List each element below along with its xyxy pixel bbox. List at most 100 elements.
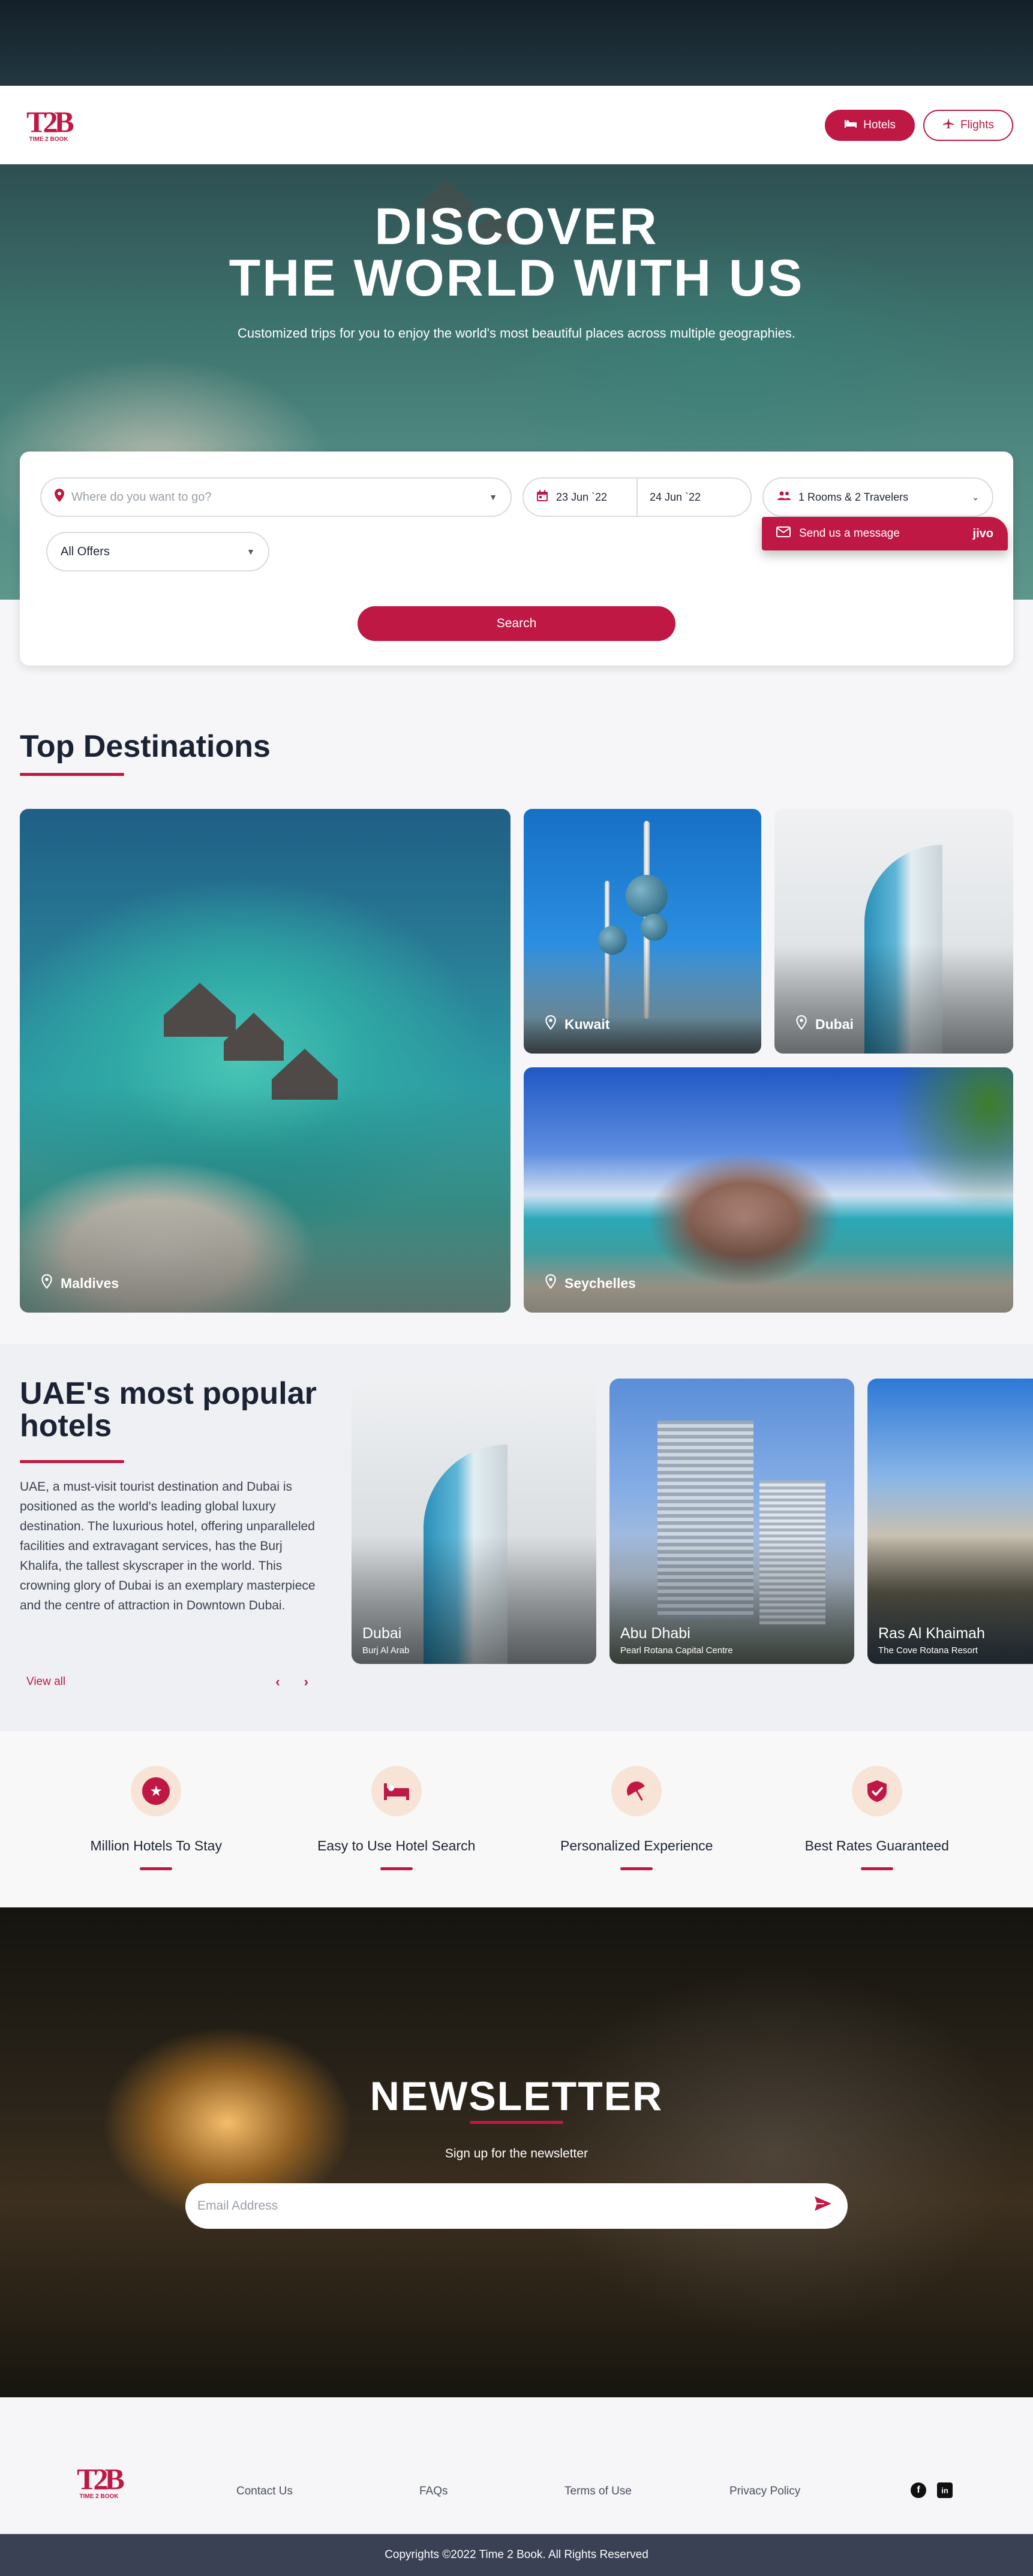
feature-label: Personalized Experience [560,1838,713,1853]
popular-description: UAE, a must-visit tourist destination an… [20,1480,316,1612]
top-destinations-title: Top Destinations [20,729,271,764]
destination-tile-maldives[interactable]: Maldives [20,809,511,1313]
email-placeholder: Email Address [197,2199,278,2213]
feature-item: ★ Million Hotels To Stay [57,1731,255,1907]
destination-caption: Dubai [796,1015,854,1033]
checkout-date[interactable]: 24 Jun `22 [636,479,750,516]
umbrella-icon [611,1766,662,1816]
title-underline [20,1460,124,1463]
destination-input[interactable]: Where do you want to go? ▼ [40,477,512,517]
feature-label: Million Hotels To Stay [90,1838,222,1853]
checkin-value: 23 Jun `22 [556,490,608,503]
hotels-nav-button[interactable]: Hotels [825,109,915,141]
hotel-name: Pearl Rotana Capital Centre [620,1645,733,1656]
feature-item: Personalized Experience [537,1731,735,1907]
hotel-city: Ras Al Khaimah [878,1625,985,1642]
flights-nav-button[interactable]: Flights [923,109,1013,141]
destination-name: Maldives [61,1275,119,1291]
hero-text: DISCOVER THE WORLD WITH US Customized tr… [0,201,1033,341]
title-underline [20,773,124,776]
newsletter-section: NEWSLETTER Sign up for the newsletter Em… [0,1907,1033,2397]
feature-label: Best Rates Guaranteed [804,1838,949,1853]
facebook-icon[interactable]: f [911,2482,926,2498]
destination-caption: Maldives [41,1274,119,1292]
location-pin-icon [796,1015,807,1033]
chat-widget-label: Send us a message [799,527,900,540]
jivo-logo: jivo [972,526,993,540]
hero-title-line1: DISCOVER [374,198,659,255]
bed-icon [844,119,857,132]
logo[interactable]: T2B TIME 2 BOOK [26,107,74,143]
destination-name: Dubai [815,1016,854,1032]
footer-link-faqs[interactable]: FAQs [419,2485,448,2498]
offers-value: All Offers [61,544,110,558]
calendar-icon [536,489,549,505]
checkin-date[interactable]: 23 Jun `22 [524,479,636,516]
chat-widget-button[interactable]: Send us a message jivo [762,517,1008,550]
hero-subtitle: Customized trips for you to enjoy the wo… [238,326,795,341]
hotel-city: Dubai [362,1625,402,1642]
feature-label: Easy to Use Hotel Search [317,1838,476,1853]
location-pin-icon [55,489,64,505]
footer-link-contact[interactable]: Contact Us [236,2485,293,2498]
shield-check-icon [851,1766,902,1816]
features-section: ★ Million Hotels To Stay Easy to Use Hot… [0,1731,1033,1907]
top-navbar: T2B TIME 2 BOOK Hotels Flights [0,86,1033,164]
destination-tile-seychelles[interactable]: Seychelles [524,1067,1013,1313]
send-icon[interactable] [814,2196,832,2216]
star-badge-icon: ★ [131,1766,182,1816]
popular-title: UAE's most popular hotels [20,1376,317,1443]
travelers-select[interactable]: 1 Rooms & 2 Travelers ⌄ [762,477,993,517]
date-range-picker[interactable]: 23 Jun `22 24 Jun `22 [522,477,752,517]
copyright-bar: Copyrights ©2022 Time 2 Book. All Rights… [0,2534,1033,2576]
bed-icon [371,1766,422,1816]
carousel-arrows: ‹ › [275,1674,308,1690]
search-button[interactable]: Search [358,606,675,641]
hotel-name: The Cove Rotana Resort [878,1645,978,1656]
plane-icon [942,118,954,133]
social-links: f in [911,2482,953,2498]
hotel-card[interactable]: Ras Al Khaimah The Cove Rotana Resort [867,1379,1033,1664]
destination-caption: Seychelles [545,1274,636,1292]
location-pin-icon [545,1015,556,1033]
destination-placeholder: Where do you want to go? [71,490,212,504]
popular-intro: UAE's most popular hotels UAE, a must-vi… [20,1377,326,1615]
title-underline [470,2121,563,2124]
footer-link-terms[interactable]: Terms of Use [564,2485,632,2498]
travelers-value: 1 Rooms & 2 Travelers [798,490,909,503]
checkout-value: 24 Jun `22 [650,490,701,503]
people-icon [777,491,791,504]
destination-tile-dubai[interactable]: Dubai [774,809,1013,1054]
newsletter-subtitle: Sign up for the newsletter [445,2147,588,2160]
chevron-down-icon: ⌄ [972,492,979,502]
hotel-name: Burj Al Arab [362,1645,410,1656]
hotel-city: Abu Dhabi [620,1625,690,1642]
location-pin-icon [545,1274,556,1292]
hotels-nav-label: Hotels [863,118,896,131]
chevron-down-icon: ▼ [247,547,255,556]
destination-name: Kuwait [564,1016,610,1032]
top-destinations-header: Top Destinations [20,729,271,776]
hotel-card[interactable]: Dubai Burj Al Arab [352,1379,596,1664]
logo-mark: T2B [77,2462,125,2496]
feature-item: Easy to Use Hotel Search [298,1731,496,1907]
feature-item: Best Rates Guaranteed [778,1731,976,1907]
chevron-right-icon[interactable]: › [304,1674,308,1690]
newsletter-email-input[interactable]: Email Address [185,2183,848,2229]
linkedin-icon[interactable]: in [937,2482,953,2498]
location-pin-icon [41,1274,52,1292]
chevron-down-icon: ▼ [489,492,497,502]
footer: T2B TIME 2 BOOK Contact Us FAQs Terms of… [0,2397,1033,2534]
footer-logo[interactable]: T2B TIME 2 BOOK [77,2462,125,2500]
destination-tile-kuwait[interactable]: Kuwait [524,809,761,1054]
footer-link-privacy[interactable]: Privacy Policy [729,2485,800,2498]
hero-title-line2: THE WORLD WITH US [229,249,804,307]
offers-select[interactable]: All Offers ▼ [46,532,269,571]
chevron-left-icon[interactable]: ‹ [275,1674,280,1690]
popular-hotels-section: UAE's most popular hotels UAE, a must-vi… [0,1344,1033,1731]
hotel-card[interactable]: Abu Dhabi Pearl Rotana Capital Centre [609,1379,854,1664]
search-card: Where do you want to go? ▼ 23 Jun `22 24… [20,452,1013,666]
view-all-link[interactable]: View all [26,1675,65,1689]
newsletter-title: NEWSLETTER [370,2074,663,2119]
logo-text: TIME 2 BOOK [29,136,68,143]
